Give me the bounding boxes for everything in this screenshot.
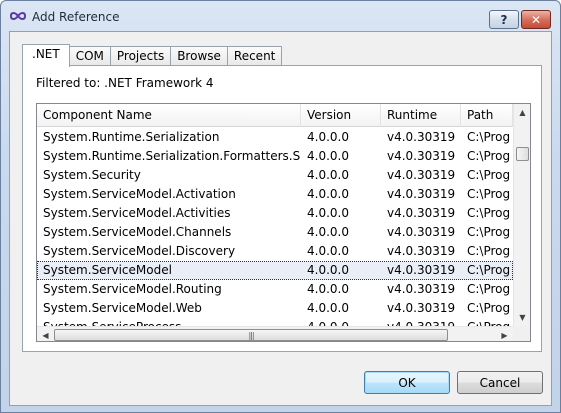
component-name-cell: System.ServiceModel.Activities: [43, 206, 231, 220]
tab-panel: Filtered to: .NET Framework 4 Component …: [22, 65, 542, 352]
horizontal-scrollbar[interactable]: ◀ ||| ▶: [37, 326, 513, 341]
filter-label: Filtered to: .NET Framework 4: [36, 76, 214, 90]
runtime-cell: v4.0.30319: [387, 206, 456, 220]
table-row[interactable]: System.ServiceModel.Activation 4.0.0.0 v4.…: [37, 185, 513, 204]
path-cell: C:\Prog: [467, 206, 511, 220]
add-reference-dialog: Add Reference ? ✕ .NET COM Projects Brow…: [0, 0, 561, 413]
table-row[interactable]: System.ServiceModel.Web 4.0.0.0 v4.0.30319…: [37, 299, 513, 318]
visual-studio-icon: [10, 12, 26, 20]
title-bar[interactable]: Add Reference ? ✕: [1, 1, 560, 31]
scrollbar-corner: [513, 326, 530, 341]
table-row[interactable]: System.ServiceModel.Channels 4.0.0.0 v4.0.…: [37, 223, 513, 242]
tab-strip: .NET COM Projects Browse Recent: [22, 44, 283, 67]
tab-dotnet[interactable]: .NET: [22, 44, 70, 67]
version-cell: 4.0.0.0: [307, 187, 349, 201]
table-row[interactable]: System.ServiceModel 4.0.0.0 v4.0.30319 C:\P…: [37, 261, 513, 280]
component-name-cell: System.ServiceModel.Web: [43, 301, 202, 315]
component-name-cell: System.Security: [43, 168, 141, 182]
scroll-up-arrow-icon[interactable]: ▲: [514, 104, 530, 121]
column-header-path[interactable]: Path: [461, 104, 513, 127]
runtime-cell: v4.0.30319: [387, 149, 456, 163]
table-row[interactable]: System.ServiceModel.Routing 4.0.0.0 v4.0.3…: [37, 280, 513, 299]
path-cell: C:\Prog: [467, 187, 511, 201]
version-cell: 4.0.0.0: [307, 149, 349, 163]
version-cell: 4.0.0.0: [307, 244, 349, 258]
ok-button[interactable]: OK: [364, 371, 450, 394]
runtime-cell: v4.0.30319: [387, 225, 456, 239]
runtime-cell: v4.0.30319: [387, 187, 456, 201]
path-cell: C:\Prog: [467, 225, 511, 239]
tab-projects[interactable]: Projects: [109, 46, 172, 66]
scroll-right-arrow-icon[interactable]: ▶: [496, 327, 513, 341]
runtime-cell: v4.0.30319: [387, 130, 456, 144]
column-header-component-name[interactable]: Component Name: [37, 104, 301, 127]
tab-com[interactable]: COM: [68, 46, 111, 66]
horizontal-scroll-thumb[interactable]: |||: [54, 329, 448, 341]
vertical-scrollbar[interactable]: ▲ ▼: [513, 104, 530, 326]
component-name-cell: System.ServiceModel.Activation: [43, 187, 236, 201]
vertical-scroll-thumb[interactable]: [516, 147, 529, 161]
runtime-cell: v4.0.30319: [387, 301, 456, 315]
table-row[interactable]: System.ServiceModel.Activities 4.0.0.0 v4.…: [37, 204, 513, 223]
component-name-cell: System.ServiceModel.Discovery: [43, 244, 236, 258]
version-cell: 4.0.0.0: [307, 301, 349, 315]
version-cell: 4.0.0.0: [307, 263, 349, 277]
runtime-cell: v4.0.30319: [387, 263, 456, 277]
column-header-version[interactable]: Version: [301, 104, 381, 127]
runtime-cell: v4.0.30319: [387, 168, 456, 182]
column-header-runtime[interactable]: Runtime: [381, 104, 461, 127]
dialog-client-area: .NET COM Projects Browse Recent Filtered…: [9, 31, 552, 406]
path-cell: C:\Prog: [467, 168, 511, 182]
version-cell: 4.0.0.0: [307, 225, 349, 239]
path-cell: C:\Prog: [467, 301, 511, 315]
table-row[interactable]: System.ServiceModel.Discovery 4.0.0.0 v4.0…: [37, 242, 513, 261]
version-cell: 4.0.0.0: [307, 168, 349, 182]
tab-browse[interactable]: Browse: [170, 46, 228, 66]
component-name-cell: System.Runtime.Serialization: [43, 130, 220, 144]
help-button[interactable]: ?: [489, 10, 519, 29]
list-header: Component Name Version Runtime Path: [37, 104, 513, 127]
component-name-cell: System.ServiceModel: [43, 263, 172, 277]
path-cell: C:\Prog: [467, 282, 511, 296]
path-cell: C:\Prog: [467, 263, 511, 277]
path-cell: C:\Prog: [467, 244, 511, 258]
cancel-button[interactable]: Cancel: [457, 371, 543, 394]
component-list[interactable]: Component Name Version Runtime Path Syst…: [36, 103, 531, 342]
component-name-cell: System.ServiceModel.Routing: [43, 282, 222, 296]
table-row[interactable]: System.Runtime.Serialization 4.0.0.0 v4.0.…: [37, 128, 513, 147]
version-cell: 4.0.0.0: [307, 206, 349, 220]
component-name-cell: System.Runtime.Serialization.Formatters.…: [43, 149, 301, 163]
runtime-cell: v4.0.30319: [387, 282, 456, 296]
version-cell: 4.0.0.0: [307, 130, 349, 144]
table-row[interactable]: System.Runtime.Serialization.Formatters.…: [37, 147, 513, 166]
table-row[interactable]: System.Security 4.0.0.0 v4.0.30319 C:\Prog: [37, 166, 513, 185]
path-cell: C:\Prog: [467, 130, 511, 144]
version-cell: 4.0.0.0: [307, 282, 349, 296]
scroll-left-arrow-icon[interactable]: ◀: [37, 327, 54, 341]
close-button[interactable]: ✕: [521, 10, 551, 29]
path-cell: C:\Prog: [467, 149, 511, 163]
runtime-cell: v4.0.30319: [387, 244, 456, 258]
tab-recent[interactable]: Recent: [226, 46, 283, 66]
window-title: Add Reference: [32, 10, 120, 24]
scroll-down-arrow-icon[interactable]: ▼: [514, 309, 530, 326]
component-name-cell: System.ServiceModel.Channels: [43, 225, 232, 239]
